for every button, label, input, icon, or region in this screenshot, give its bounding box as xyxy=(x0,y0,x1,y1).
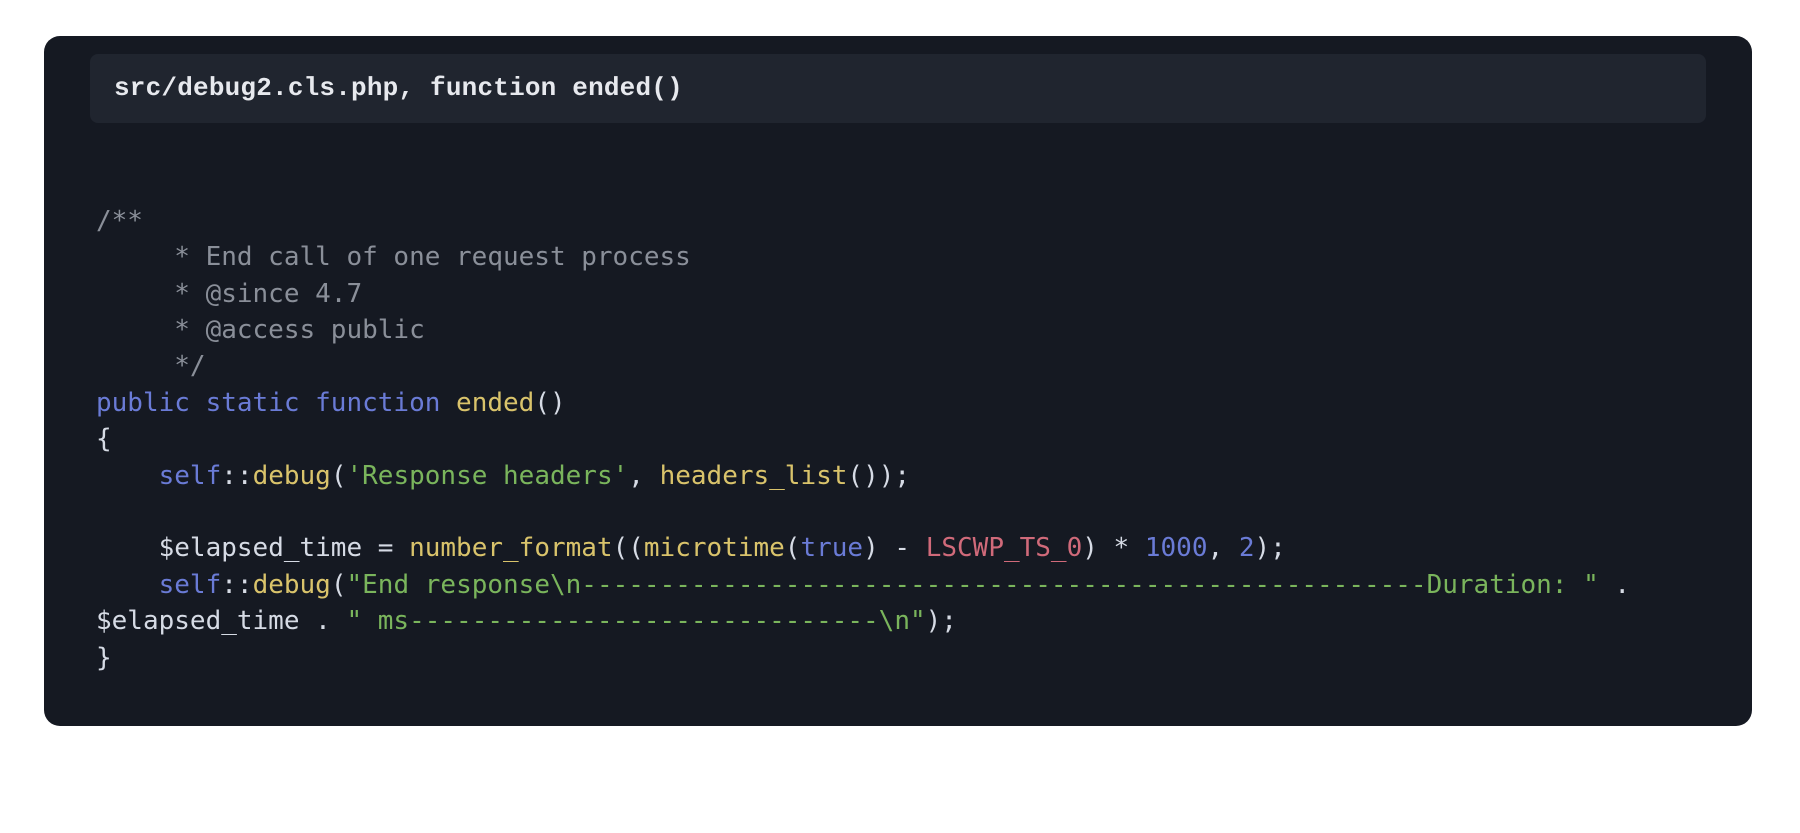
lparen-1: ( xyxy=(331,461,347,491)
brace-close: } xyxy=(96,643,112,673)
rparen-2b: ); xyxy=(1254,533,1285,563)
brace-open: { xyxy=(96,424,112,454)
comment-line-3: * @access public xyxy=(96,315,425,345)
kw-function: function xyxy=(315,388,440,418)
debug-1: debug xyxy=(253,461,331,491)
eq-1: = xyxy=(362,533,409,563)
var-elapsed-2: $elapsed_time xyxy=(96,606,300,636)
kw-public: public xyxy=(96,388,190,418)
code-panel: src/debug2.cls.php, function ended() /**… xyxy=(44,36,1752,726)
headers-list: headers_list xyxy=(660,461,848,491)
dcolon-2: :: xyxy=(221,570,252,600)
str-headers: 'Response headers' xyxy=(347,461,629,491)
lparen-4: ( xyxy=(331,570,347,600)
const-ts: LSCWP_TS_0 xyxy=(926,533,1083,563)
comment-line-2: * @since 4.7 xyxy=(96,279,362,309)
rparen-2a: ) xyxy=(1082,533,1098,563)
dot-1: . xyxy=(1599,570,1646,600)
number-format: number_format xyxy=(409,533,613,563)
self-2: self xyxy=(159,570,222,600)
dcolon-1: :: xyxy=(221,461,252,491)
rparen-4: ); xyxy=(926,606,957,636)
lparen-3: ( xyxy=(785,533,801,563)
code-title: src/debug2.cls.php, function ended() xyxy=(90,54,1706,123)
true: true xyxy=(800,533,863,563)
microtime: microtime xyxy=(644,533,785,563)
str-end-a: "End response\n-------------------------… xyxy=(347,570,1599,600)
kw-static: static xyxy=(206,388,300,418)
comment-close: */ xyxy=(96,351,206,381)
dot-2: . xyxy=(300,606,347,636)
comment-line-1: * End call of one request process xyxy=(96,242,691,272)
comma-1: , xyxy=(628,461,659,491)
n2: 2 xyxy=(1239,533,1255,563)
paren-empty: () xyxy=(534,388,565,418)
paren-hl: () xyxy=(847,461,878,491)
self-1: self xyxy=(159,461,222,491)
code-block: /** * End call of one request process * … xyxy=(44,123,1752,676)
lparen-2: (( xyxy=(613,533,644,563)
n1000: 1000 xyxy=(1145,533,1208,563)
var-elapsed-1: $elapsed_time xyxy=(159,533,363,563)
rparen-3: ) xyxy=(863,533,879,563)
times: * xyxy=(1098,533,1145,563)
rparen-1: ); xyxy=(879,461,910,491)
str-end-b: " ms------------------------------\n" xyxy=(346,606,925,636)
comment-open: /** xyxy=(96,206,143,236)
minus: - xyxy=(879,533,926,563)
debug-2: debug xyxy=(253,570,331,600)
comma-2: , xyxy=(1208,533,1239,563)
code-title-text: src/debug2.cls.php, function ended() xyxy=(114,73,683,103)
fn-name: ended xyxy=(456,388,534,418)
